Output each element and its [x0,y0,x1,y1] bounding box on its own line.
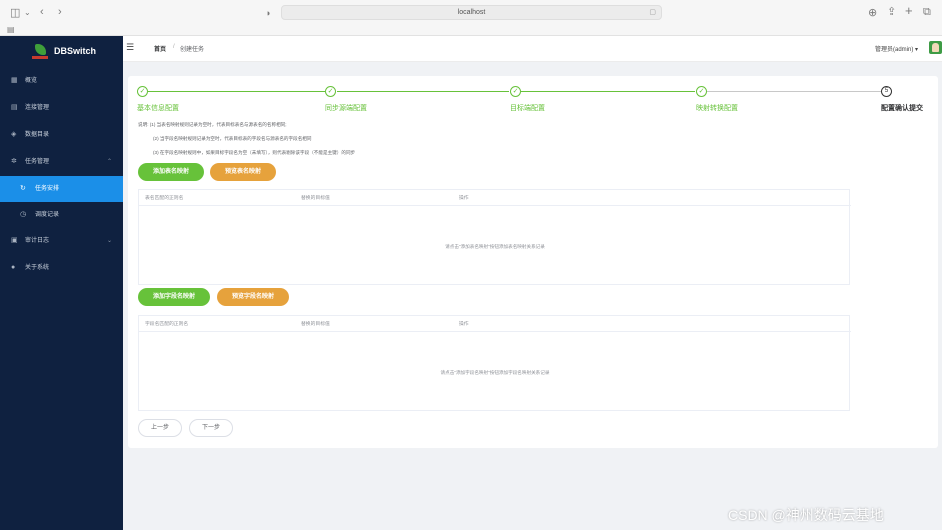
sidebar-item-about[interactable]: ● 关于系统 [0,255,123,281]
empty-state-text: 请点击"添加表名映射"按钮添加表名映射关系记录 [445,244,545,249]
header-divider [139,331,851,332]
logo-leaf-icon [35,44,46,55]
refresh-icon: ↻ [20,185,26,192]
sidebar-item-task-management[interactable]: ✲ 任务管理 ⌃ [0,149,123,175]
top-header: ☰ 首页 / 创建任务 管理员(admin) ▾ [123,36,942,62]
step-mapping-config: 映射转换配置 [696,105,738,112]
header-divider [139,205,851,206]
layers-icon: ◈ [11,131,17,138]
add-table-mapping-button[interactable]: 添加表名映射 [138,163,204,181]
create-task-card: ✓ ✓ ✓ ✓ 5 基本信息配置 同步源端配置 目标端配置 映射转换配置 配置确… [128,76,938,448]
step-connector [707,91,881,92]
prev-step-button[interactable]: 上一步 [138,419,182,437]
sidebar-item-label: 关于系统 [25,265,50,271]
chevron-up-icon: ⌃ [106,159,112,165]
step-connector [521,91,695,92]
url-text: localhost [457,9,486,16]
preview-field-mapping-button[interactable]: 预览字段名映射 [217,288,289,306]
sidebar-item-overview[interactable]: ▦ 概览 [0,68,123,94]
sidebar-item-audit-log[interactable]: ▣ 审计日志 ⌄ [0,228,123,254]
logo-bar-icon [32,56,48,59]
step-check-icon: ✓ [137,86,148,97]
app-logo[interactable]: DBSwitch [0,36,123,68]
address-bar[interactable]: localhost ▢ [281,5,662,20]
step-check-icon: ✓ [696,86,707,97]
database-icon: ▤ [11,104,18,111]
sidebar-item-label: 审计日志 [25,238,50,244]
breadcrumb-current: 创建任务 [180,47,205,53]
breadcrumb-home[interactable]: 首页 [154,44,166,53]
download-icon[interactable]: ⊕ [868,7,877,19]
add-field-mapping-button[interactable]: 添加字段名映射 [138,288,210,306]
column-header: 替换的目标值 [301,196,330,201]
column-header: 字段名匹配的正则名 [145,322,189,327]
empty-state-text: 请点击"添加字段名映射"按钮添加字段名映射关系记录 [440,370,550,375]
column-header: 表名匹配的正则名 [145,196,184,201]
column-header: 操作 [459,196,469,201]
instruction-note: (3) 在字段名映射规则中，如果目标字段名为空（未填写），则代表剔除该字段（不能… [153,150,356,155]
step-check-icon: ✓ [510,86,521,97]
step-check-icon: ✓ [325,86,336,97]
new-tab-icon[interactable]: + [905,4,913,17]
browser-toolbar: ◫ ⌄ ‹ › ◑ localhost ▢ ⊕ ⇪ + ⧉ ▤ [0,0,942,36]
clock-icon: ◷ [20,211,27,218]
preview-table-mapping-button[interactable]: 预览表名映射 [210,163,276,181]
field-mapping-table: 字段名匹配的正则名 替换的目标值 操作 请点击"添加字段名映射"按钮添加字段名映… [138,315,851,411]
tabs-icon[interactable]: ⧉ [923,6,931,18]
breadcrumb-separator-icon: / [173,44,175,50]
step-number-icon: 5 [881,86,892,97]
next-step-button[interactable]: 下一步 [189,419,233,437]
share-icon[interactable]: ⇪ [887,6,896,18]
step-connector [148,91,325,92]
sidebar-item-connections[interactable]: ▤ 连接管理 [0,95,123,121]
step-connector [337,91,509,92]
user-icon: ● [11,264,16,271]
sidebar-icon[interactable]: ◫ [10,7,20,19]
table-mapping-table: 表名匹配的正则名 替换的目标值 操作 请点击"添加表名映射"按钮添加表名映射关系… [138,189,851,285]
calendar-icon: ▣ [11,237,18,244]
user-menu[interactable]: 管理员(admin) ▾ [875,44,918,53]
step-source-config: 同步源端配置 [325,105,367,112]
gear-icon: ✲ [11,158,17,165]
sidebar-item-label: 任务管理 [25,159,50,165]
app-name: DBSwitch [54,46,97,56]
chevron-down-icon[interactable]: ⌄ [24,7,31,19]
sidebar-item-catalog[interactable]: ◈ 数据目录 [0,122,123,148]
column-header: 操作 [459,322,469,327]
sidebar-item-label: 数据目录 [25,132,50,138]
column-header: 替换的目标值 [301,322,330,327]
tab-strip-icon[interactable]: ▤ [7,24,15,36]
back-icon[interactable]: ‹ [40,6,44,18]
shield-icon[interactable]: ◑ [265,7,270,19]
sidebar-item-label: 任务安排 [35,186,60,192]
step-target-config: 目标端配置 [510,105,545,112]
forward-icon[interactable]: › [58,6,62,18]
sidebar-item-dispatch-records[interactable]: ◷ 调度记录 [0,202,123,228]
sidebar-item-task-schedule[interactable]: ↻ 任务安排 [0,176,123,202]
instruction-note: 说明: (1) 当表名映射规则记录为空时，代表目标表名与源表名的名称相同; [138,122,287,127]
sidebar: DBSwitch ▦ 概览 ▤ 连接管理 ◈ 数据目录 ✲ 任务管理 ⌃ ↻ 任… [0,36,123,530]
sidebar-item-label: 概览 [25,78,38,84]
document-icon: ▢ [649,9,656,16]
instruction-note: (2) 当字段名映射规则记录为空时，代表目标表的字段名与源表名的字段名相同 [153,136,312,141]
step-basic-info: 基本信息配置 [137,105,179,112]
avatar[interactable] [929,41,942,54]
step-confirm-submit: 配置确认提交 [881,105,923,112]
sidebar-item-label: 调度记录 [35,212,60,218]
menu-toggle-icon[interactable]: ☰ [126,42,134,53]
sidebar-item-label: 连接管理 [25,105,50,111]
watermark-text: CSDN @神州数码云基地 [728,507,884,523]
chevron-down-icon: ⌄ [106,238,112,244]
grid-icon: ▦ [11,77,18,84]
